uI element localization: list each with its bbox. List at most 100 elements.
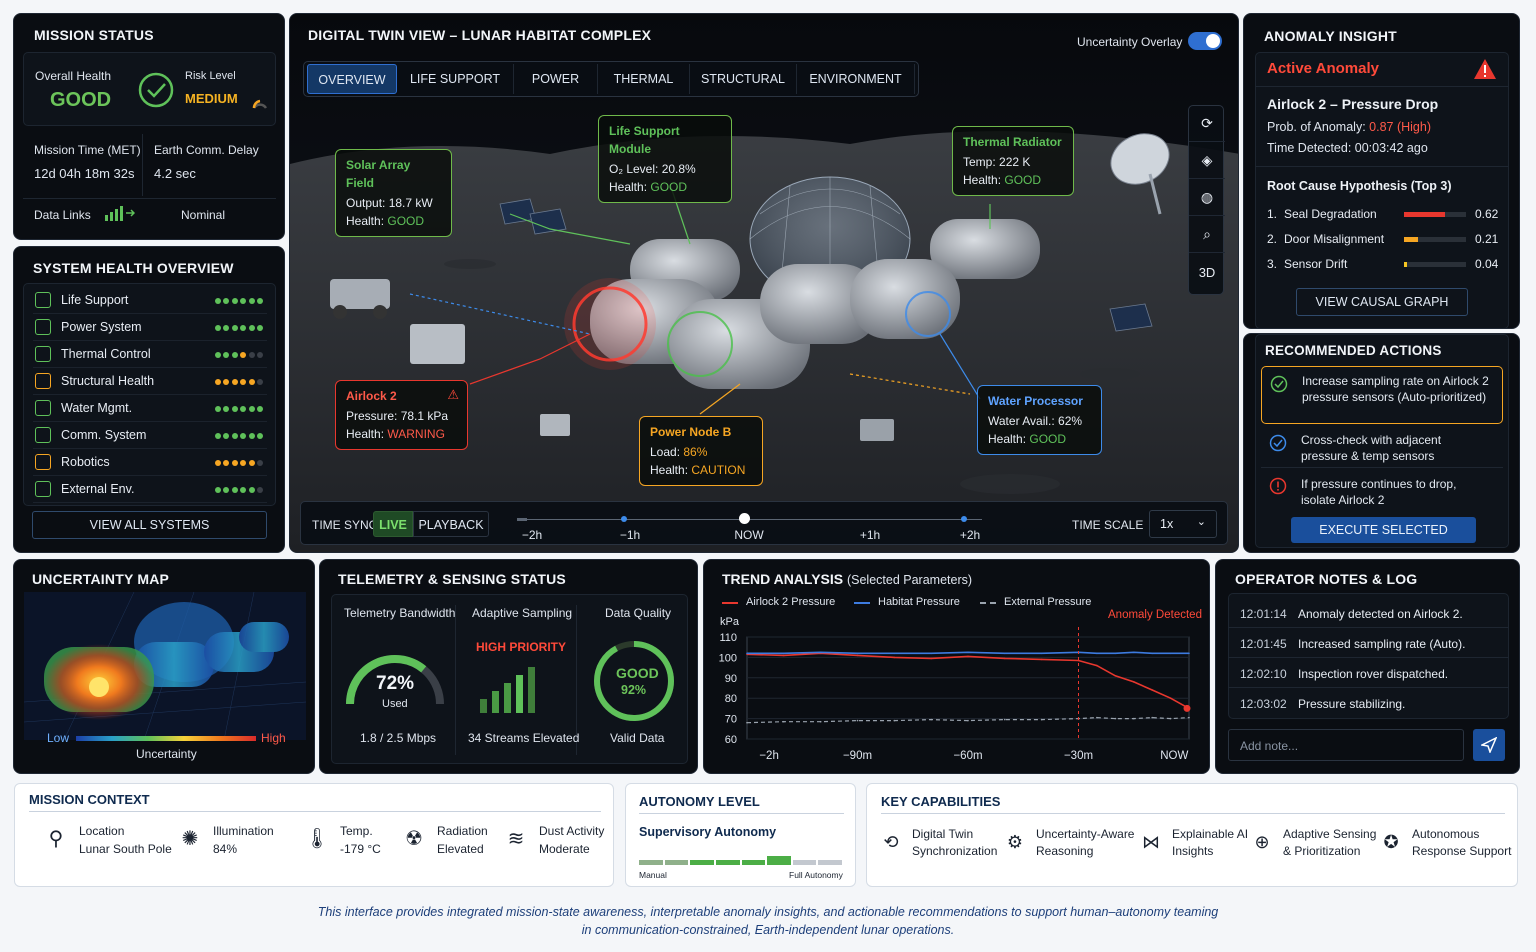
system-row[interactable]: Power System [33,315,267,341]
data-point [1188,716,1190,719]
system-row[interactable]: Structural Health [33,369,267,395]
data-point [1114,675,1117,677]
tab-life-support[interactable]: LIFE SUPPORT [397,64,514,94]
delay-label: Earth Comm. Delay [154,143,259,157]
status-dot [248,325,255,331]
capability-line-1: Autonomous [1412,827,1480,841]
capability-line-2: & Prioritization [1283,844,1361,858]
log-panel: OPERATOR NOTES & LOG 12:01:14 Anomaly det… [1215,559,1520,774]
tab-structural[interactable]: STRUCTURAL [690,64,797,94]
data-point [1169,652,1172,655]
system-name: External Env. [61,482,135,496]
system-row[interactable]: Robotics [33,450,267,476]
airlock-k2: Health: [346,427,385,441]
status-dot [257,325,263,331]
met-label: Mission Time (MET) [34,143,141,157]
reset-view-icon[interactable]: ⟳ [1189,106,1225,142]
3d-view-button[interactable]: 3D [1189,254,1225,290]
uncertainty-map-panel: UNCERTAINTY MAP Low High Uncertainty [13,559,315,774]
health-card: Overall Health GOOD Risk Level MEDIUM [23,52,276,126]
callout-airlock-2[interactable]: Airlock 2 ⚠ Pressure: 78.1 kPa Health: W… [335,380,468,450]
check-circle-icon [1270,375,1288,393]
power-k1: Load: [650,445,681,459]
digital-twin-panel: DIGITAL TWIN VIEW – LUNAR HABITAT COMPLE… [289,13,1239,553]
data-point [746,721,748,724]
overlay-toggle[interactable] [1188,32,1222,50]
radiation-icon: ☢︎ [405,828,423,850]
system-row[interactable]: Comm. System [33,423,267,449]
context-value: 84% [213,842,238,856]
log-entry: 12:01:14 Anomaly detected on Airlock 2. [1228,598,1509,628]
callout-power-node-b[interactable]: Power Node B Load: 86% Health: CAUTION [639,416,763,486]
status-dot [248,433,255,439]
footer-caption: This interface provides integrated missi… [0,903,1536,939]
thermometer-icon: 🌡︎ [304,828,330,850]
execute-selected-button[interactable]: EXECUTE SELECTED [1291,517,1476,543]
note-input[interactable]: Add note... [1228,729,1464,761]
send-icon [1481,737,1497,753]
system-status-dots [212,347,263,361]
tab-power[interactable]: POWER [514,64,598,94]
status-dot [240,433,246,439]
action-item-2[interactable]: Cross-check with adjacent pressure & tem… [1261,428,1503,468]
capability-line-2: Reasoning [1036,844,1094,858]
y-tick-label: 70 [725,714,737,726]
network-icon: ⋈ [1142,832,1160,852]
bandwidth-pct: 72% [376,673,415,694]
view-all-systems-button[interactable]: VIEW ALL SYSTEMS [32,511,267,539]
tab-environment[interactable]: ENVIRONMENT [797,64,915,94]
timeline-now-handle[interactable] [739,513,750,524]
capabilities-rule [881,813,1505,814]
status-dot [214,406,221,412]
status-dot [231,352,238,358]
tab-overview[interactable]: OVERVIEW [307,64,397,94]
system-status-dots [212,293,263,307]
water-icon [35,400,51,416]
callout-thermal-radiator[interactable]: Thermal Radiator Temp: 222 K Health: GOO… [952,126,1074,196]
send-button[interactable] [1473,729,1505,761]
playback-button[interactable]: PLAYBACK [413,511,489,537]
system-row[interactable]: Water Mgmt. [33,396,267,422]
autonomy-segment [639,860,663,865]
robot-icon [35,454,51,470]
system-row[interactable]: External Env. [33,477,267,503]
time-bar: TIME SYNC LIVE PLAYBACK −2h −1h NOW +1h +2h … [300,501,1228,545]
uncertainty-high-label: High [261,731,286,745]
capability-line-2: Response Support [1412,844,1512,858]
callout-life-support[interactable]: Life Support Module O₂ Level: 20.8% Heal… [598,115,732,203]
timeline-past-left [517,518,527,521]
data-point [1040,652,1043,655]
timeline-marker-1 [621,516,627,522]
callout-solar-array[interactable]: Solar Array Field Output: 18.7 kW Health… [335,149,452,237]
data-point [856,654,859,657]
action-item-1[interactable]: Increase sampling rate on Airlock 2 pres… [1261,366,1503,424]
autonomy-title: AUTONOMY LEVEL [639,794,760,809]
timeline-tick-label: −1h [619,528,641,542]
system-row[interactable]: Life Support [33,288,267,314]
context-value: -179 °C [340,842,381,856]
sun-icon: ✺ [181,828,199,850]
action-item-3[interactable]: If pressure continues to drop, isolate A… [1261,471,1503,511]
data-point [1114,717,1117,720]
autonomy-slider[interactable] [639,856,844,866]
autonomy-segment [792,860,817,865]
status-dot [223,433,229,439]
view-causal-graph-button[interactable]: VIEW CAUSAL GRAPH [1296,288,1468,316]
sampling-bars-icon [480,667,535,713]
tab-thermal[interactable]: THERMAL [598,64,690,94]
data-point [1151,689,1153,691]
sampling-priority: HIGH PRIORITY [476,640,567,654]
callout-water-processor[interactable]: Water Processor Water Avail.: 62% Health… [977,385,1102,455]
system-row[interactable]: Thermal Control [33,342,267,368]
time-scale-select[interactable]: 1x ⌄ [1149,510,1217,538]
hypothesis-bar [1404,237,1418,242]
data-point [1040,718,1043,721]
data-point [783,654,785,657]
warning-triangle-icon [35,373,51,389]
mission-status-title: MISSION STATUS [34,27,154,43]
zoom-icon[interactable]: ⌕ [1189,217,1225,253]
time-scale-label: TIME SCALE [1072,518,1144,532]
globe-icon[interactable]: ◍ [1189,180,1225,216]
live-button[interactable]: LIVE [373,511,413,537]
layers-icon[interactable]: ◈ [1189,143,1225,179]
